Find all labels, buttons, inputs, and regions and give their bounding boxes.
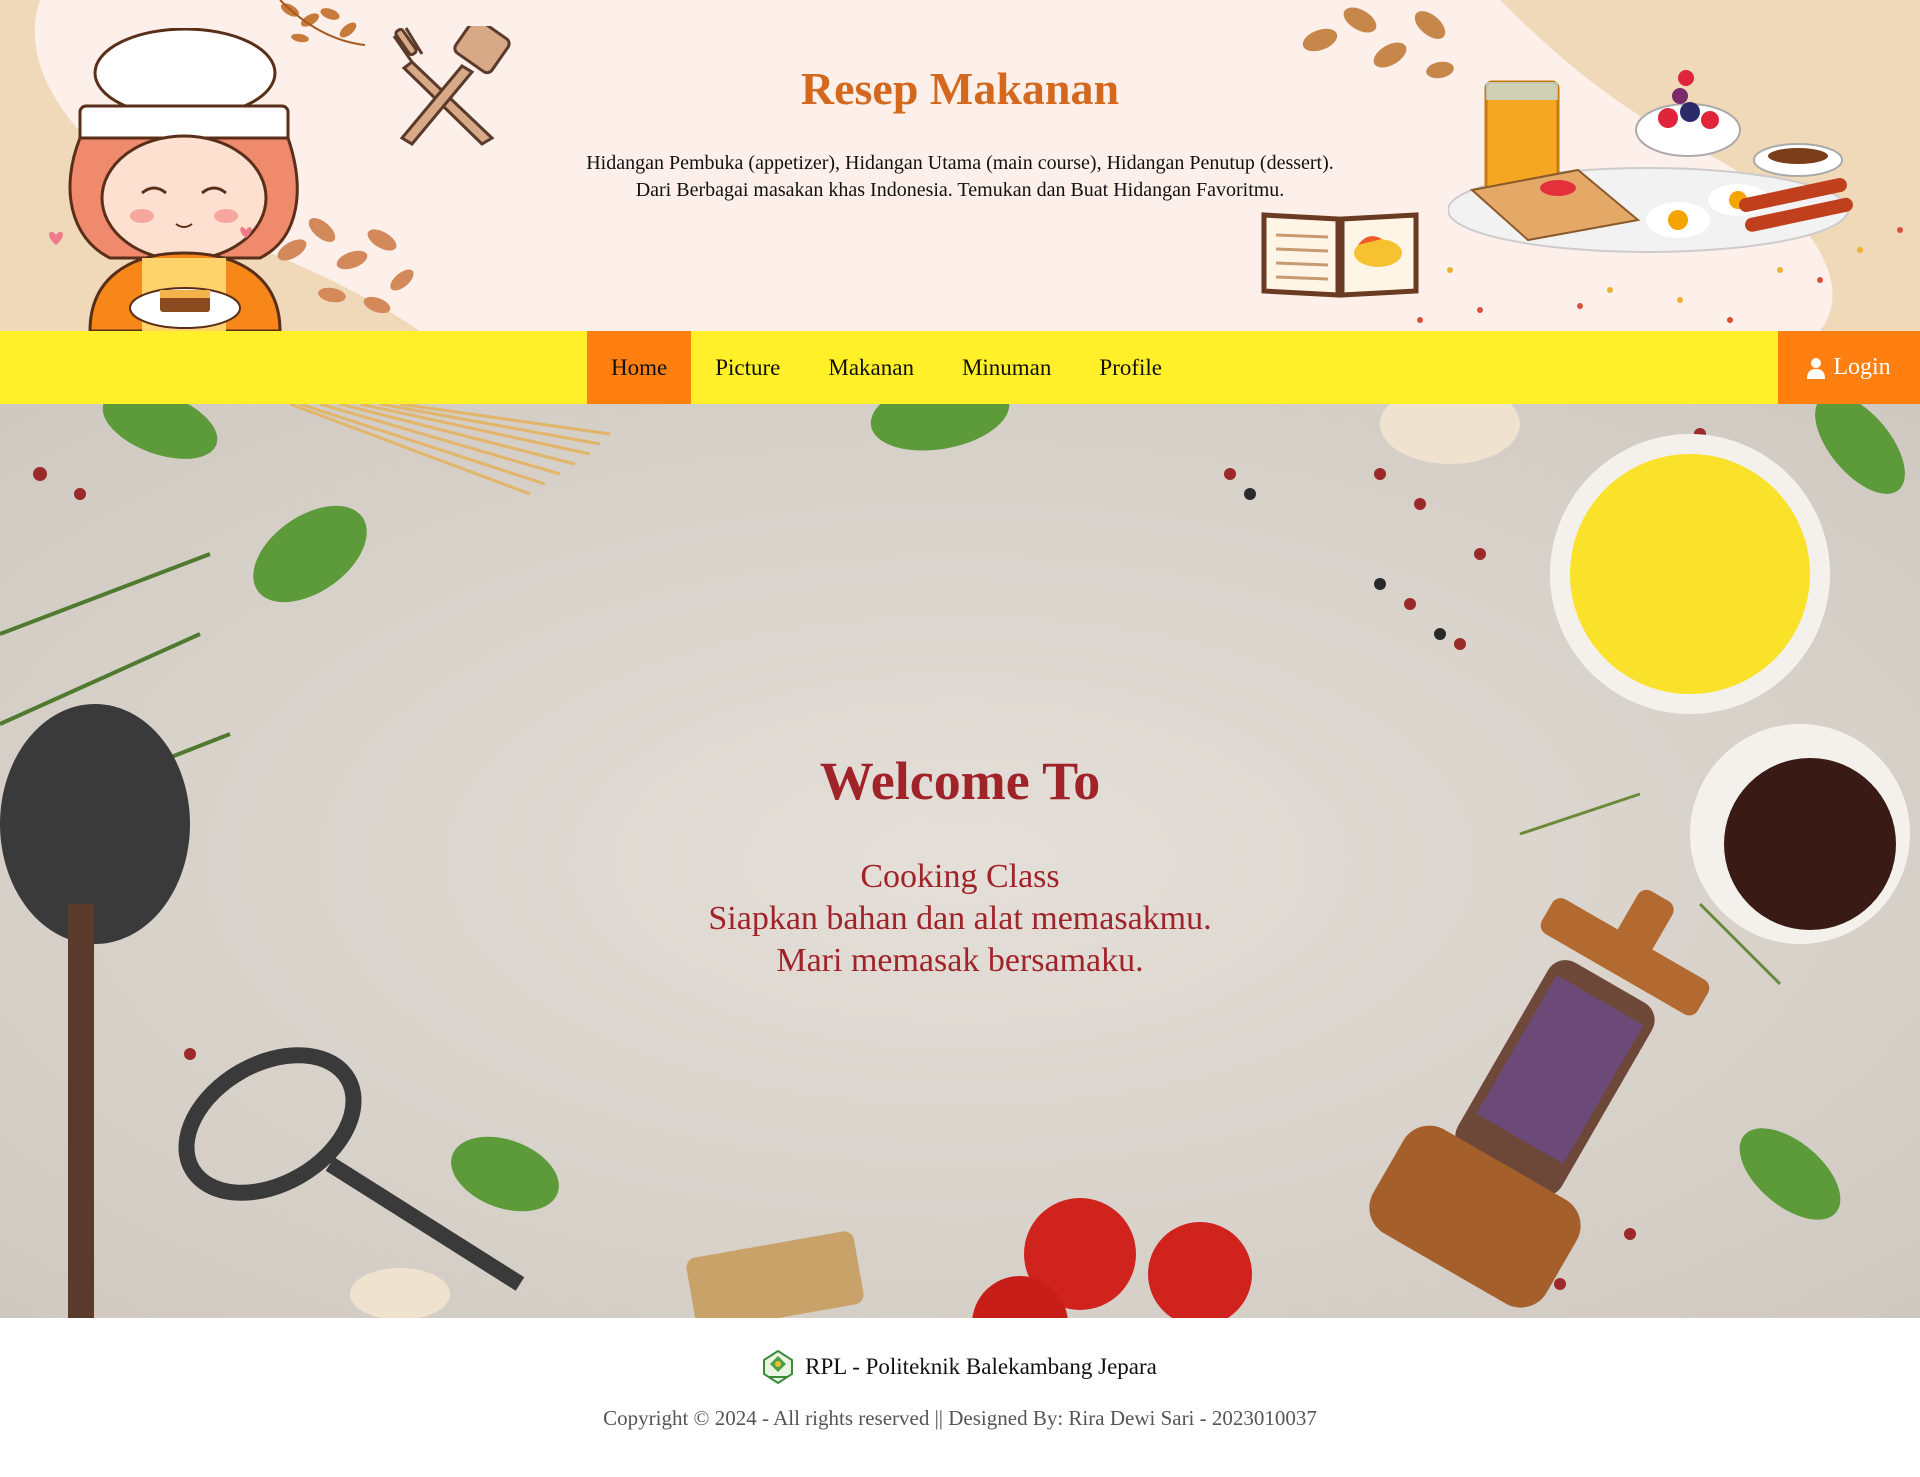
stars-decor-icon (1417, 227, 1903, 323)
main-navbar: Home Picture Makanan Minuman Profile Log… (0, 331, 1920, 404)
footer-org: RPL - Politeknik Balekambang Jepara (0, 1350, 1920, 1384)
site-title: Resep Makanan (800, 63, 1120, 114)
site-description-line: Hidangan Pembuka (appetizer), Hidangan U… (586, 152, 1334, 174)
college-logo-icon (763, 1350, 794, 1384)
user-icon (1807, 357, 1826, 379)
hearts-decor-icon (49, 227, 252, 245)
site-footer: RPL - Politeknik Balekambang Jepara Copy… (0, 1318, 1920, 1477)
hero-subtitle: Cooking Class Siapkan bahan dan alat mem… (0, 856, 1920, 982)
hero-banner: Welcome To Cooking Class Siapkan bahan d… (0, 404, 1920, 1318)
hero-line: Mari memasak bersamaku. (776, 942, 1144, 979)
nav-item-picture[interactable]: Picture (691, 331, 804, 404)
site-header: Resep Makanan Hidangan Pembuka (appetize… (0, 0, 1920, 331)
nav-item-profile[interactable]: Profile (1075, 331, 1186, 404)
login-button[interactable]: Login (1778, 331, 1920, 404)
hero-line: Siapkan bahan dan alat memasakmu. (708, 900, 1212, 937)
footer-copyright: Copyright © 2024 - All rights reserved |… (603, 1406, 1317, 1430)
nav-menu: Home Picture Makanan Minuman Profile (587, 331, 1186, 404)
site-description-line: Dari Berbagai masakan khas Indonesia. Te… (635, 179, 1285, 201)
nav-item-minuman[interactable]: Minuman (938, 331, 1075, 404)
hero-title: Welcome To (819, 751, 1101, 811)
site-description: Hidangan Pembuka (appetizer), Hidangan U… (0, 150, 1920, 204)
recipe-book-icon (1261, 212, 1419, 298)
hero-line: Cooking Class (860, 858, 1060, 895)
nav-item-makanan[interactable]: Makanan (804, 331, 938, 404)
login-label: Login (1833, 354, 1891, 380)
footer-org-name: RPL - Politeknik Balekambang Jepara (805, 1354, 1157, 1379)
nav-item-home[interactable]: Home (587, 331, 692, 404)
